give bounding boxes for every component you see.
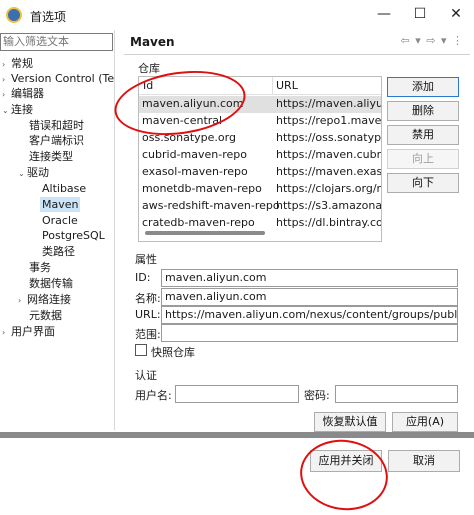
- tree-item-metadata[interactable]: 元数据: [29, 308, 62, 323]
- snapshot-checkbox[interactable]: [135, 344, 147, 356]
- add-repository-button[interactable]: 添加: [387, 77, 459, 97]
- table-row[interactable]: maven.aliyun.com https://maven.aliyun.: [139, 96, 382, 113]
- row-id: maven.aliyun.com: [142, 97, 244, 110]
- tree-item-transactions[interactable]: 事务: [29, 260, 51, 275]
- apply-button[interactable]: 应用(A): [392, 412, 458, 432]
- chevron-down-icon[interactable]: ⌄: [18, 166, 27, 181]
- row-url: https://s3.amazonaws: [276, 199, 382, 212]
- maximize-button[interactable]: ☐: [402, 0, 438, 30]
- horizontal-scrollbar[interactable]: [145, 231, 265, 235]
- tree-item-data-transfer[interactable]: 数据传输: [29, 276, 73, 291]
- properties-group-label: 属性: [135, 253, 157, 266]
- column-header-id[interactable]: Id: [143, 79, 153, 92]
- chevron-right-icon[interactable]: ›: [18, 293, 27, 308]
- tree-item-connections[interactable]: ⌄ 连接: [2, 102, 33, 117]
- repositories-table[interactable]: Id URL maven.aliyun.com https://maven.ali…: [138, 76, 382, 242]
- repository-id-field[interactable]: maven.aliyun.com: [161, 269, 458, 287]
- tree-item-version-control[interactable]: › Version Control (Te: [2, 71, 114, 86]
- table-header: Id URL: [139, 77, 381, 95]
- tree-item-network[interactable]: › 网络连接: [18, 292, 71, 307]
- tree-item-oracle[interactable]: Oracle: [42, 213, 78, 228]
- restore-defaults-button[interactable]: 恢复默认值(D): [314, 412, 386, 446]
- tree-item-errors-timeouts[interactable]: 错误和超时: [29, 118, 84, 133]
- title-bar: 首选项 — ☐ ✕: [0, 0, 474, 30]
- dialog-footer: 应用并关闭 取消: [0, 438, 474, 515]
- tree-item-classpath[interactable]: 类路径: [42, 244, 75, 259]
- table-row[interactable]: cratedb-maven-repo https://dl.bintray.com: [139, 215, 382, 232]
- remove-repository-button[interactable]: 删除: [387, 101, 459, 121]
- chevron-down-icon[interactable]: ⌄: [2, 103, 11, 118]
- table-row[interactable]: exasol-maven-repo https://maven.exasol: [139, 164, 382, 181]
- table-row[interactable]: aws-redshift-maven-repo https://s3.amazon…: [139, 198, 382, 215]
- tree-item-maven[interactable]: Maven: [40, 197, 81, 212]
- tree-item-general[interactable]: › 常规: [2, 56, 33, 71]
- row-id: aws-redshift-maven-repo: [142, 199, 280, 212]
- page-title: Maven: [130, 35, 175, 49]
- tree-item-connection-types[interactable]: 连接类型: [29, 149, 73, 164]
- url-label: URL:: [135, 308, 161, 321]
- move-down-button[interactable]: 向下: [387, 173, 459, 193]
- tree-item-user-interface[interactable]: › 用户界面: [2, 324, 55, 339]
- row-url: https://maven.cubrid: [276, 148, 382, 161]
- table-row[interactable]: maven-central https://repo1.maven.: [139, 113, 382, 130]
- preferences-nav: ›常规 ›Version Control (Te ›编辑器 ⌄连接 错误和超时 …: [0, 30, 115, 430]
- row-url: https://dl.bintray.com: [276, 216, 382, 229]
- password-field[interactable]: [335, 385, 458, 403]
- row-url: https://oss.sonatype.: [276, 131, 382, 144]
- row-url: https://maven.aliyun.: [276, 97, 382, 110]
- row-id: maven-central: [142, 114, 223, 127]
- column-divider[interactable]: [272, 77, 273, 95]
- title-separator: [124, 54, 470, 55]
- apply-and-close-button[interactable]: 应用并关闭: [310, 450, 382, 472]
- column-header-url[interactable]: URL: [276, 79, 298, 92]
- id-label: ID:: [135, 271, 151, 284]
- row-id: exasol-maven-repo: [142, 165, 248, 178]
- username-label: 用户名:: [135, 389, 172, 402]
- repository-scope-field[interactable]: [161, 324, 458, 342]
- move-up-button[interactable]: 向上: [387, 149, 459, 169]
- chevron-right-icon[interactable]: ›: [2, 87, 11, 102]
- table-row[interactable]: oss.sonatype.org https://oss.sonatype.: [139, 130, 382, 147]
- disable-repository-button[interactable]: 禁用: [387, 125, 459, 145]
- table-row[interactable]: monetdb-maven-repo https://clojars.org/re: [139, 181, 382, 198]
- tree-item-postgresql[interactable]: PostgreSQL: [42, 228, 105, 243]
- tree-item-client-identification[interactable]: 客户端标识: [29, 133, 84, 148]
- tree-item-editors[interactable]: › 编辑器: [2, 86, 44, 101]
- row-url: https://maven.exasol: [276, 165, 382, 178]
- snapshot-label[interactable]: 快照仓库: [151, 344, 195, 360]
- repositories-group-label: 仓库: [138, 62, 160, 75]
- app-icon: [6, 7, 22, 23]
- scope-label: 范围:: [135, 328, 161, 341]
- username-field[interactable]: [175, 385, 299, 403]
- minimize-button[interactable]: —: [366, 0, 402, 30]
- name-label: 名称:: [135, 292, 161, 305]
- table-row[interactable]: cubrid-maven-repo https://maven.cubrid: [139, 147, 382, 164]
- tree-item-altibase[interactable]: Altibase: [42, 181, 86, 196]
- close-button[interactable]: ✕: [438, 0, 474, 30]
- row-url: https://repo1.maven.: [276, 114, 382, 127]
- chevron-right-icon[interactable]: ›: [2, 57, 11, 72]
- row-id: cratedb-maven-repo: [142, 216, 255, 229]
- authentication-group-label: 认证: [135, 369, 157, 382]
- maven-settings-page: Maven ⇦ ▾ ⇨ ▾ ⋮ 仓库 Id URL maven.aliyun.c…: [118, 30, 474, 446]
- row-url: https://clojars.org/re: [276, 182, 382, 195]
- window-title: 首选项: [30, 10, 67, 24]
- chevron-right-icon[interactable]: ›: [2, 325, 11, 340]
- page-nav-icons[interactable]: ⇦ ▾ ⇨ ▾ ⋮: [401, 34, 464, 47]
- row-id: monetdb-maven-repo: [142, 182, 262, 195]
- cancel-button[interactable]: 取消: [388, 450, 460, 472]
- tree-item-drivers[interactable]: ⌄ 驱动: [18, 165, 49, 180]
- row-id: oss.sonatype.org: [142, 131, 236, 144]
- repository-url-field[interactable]: https://maven.aliyun.com/nexus/content/g…: [161, 306, 458, 324]
- row-id: cubrid-maven-repo: [142, 148, 247, 161]
- repository-name-field[interactable]: maven.aliyun.com: [161, 288, 458, 306]
- password-label: 密码:: [304, 389, 330, 402]
- chevron-right-icon[interactable]: ›: [2, 72, 11, 87]
- filter-input[interactable]: [0, 33, 113, 51]
